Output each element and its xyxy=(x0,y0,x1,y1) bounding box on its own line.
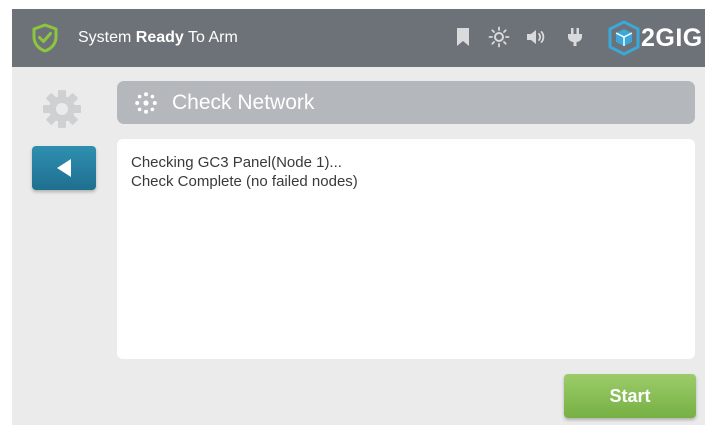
back-arrow-icon xyxy=(57,159,71,177)
brand-logo: 2GIG xyxy=(607,20,702,56)
power-plug-icon[interactable] xyxy=(564,26,586,48)
gear-icon[interactable] xyxy=(40,87,84,131)
cube-logo-icon xyxy=(608,20,640,56)
status-bar: System Ready To Arm 2GIG xyxy=(12,9,705,67)
output-line: Checking GC3 Panel(Node 1)... xyxy=(131,154,342,171)
page-title: Check Network xyxy=(172,91,315,114)
shield-check-icon[interactable] xyxy=(31,23,59,53)
brightness-icon[interactable] xyxy=(488,26,510,48)
screen: System Ready To Arm 2GIG Check Network C… xyxy=(12,9,705,425)
start-button[interactable]: Start xyxy=(564,374,696,418)
back-button[interactable] xyxy=(32,146,96,190)
network-check-output: Checking GC3 Panel(Node 1)... Check Comp… xyxy=(117,139,695,359)
volume-icon[interactable] xyxy=(525,26,547,48)
bookmark-icon[interactable] xyxy=(452,26,474,48)
status-suffix: To Arm xyxy=(183,29,238,46)
status-prefix: System xyxy=(78,29,136,46)
system-status-text[interactable]: System Ready To Arm xyxy=(78,26,238,50)
status-keyword: Ready xyxy=(135,29,184,46)
page-title-bar: Check Network xyxy=(117,81,695,124)
brand-wordmark: 2GIG xyxy=(641,24,703,52)
output-line: Check Complete (no failed nodes) xyxy=(131,173,358,190)
network-nodes-icon xyxy=(135,92,157,114)
